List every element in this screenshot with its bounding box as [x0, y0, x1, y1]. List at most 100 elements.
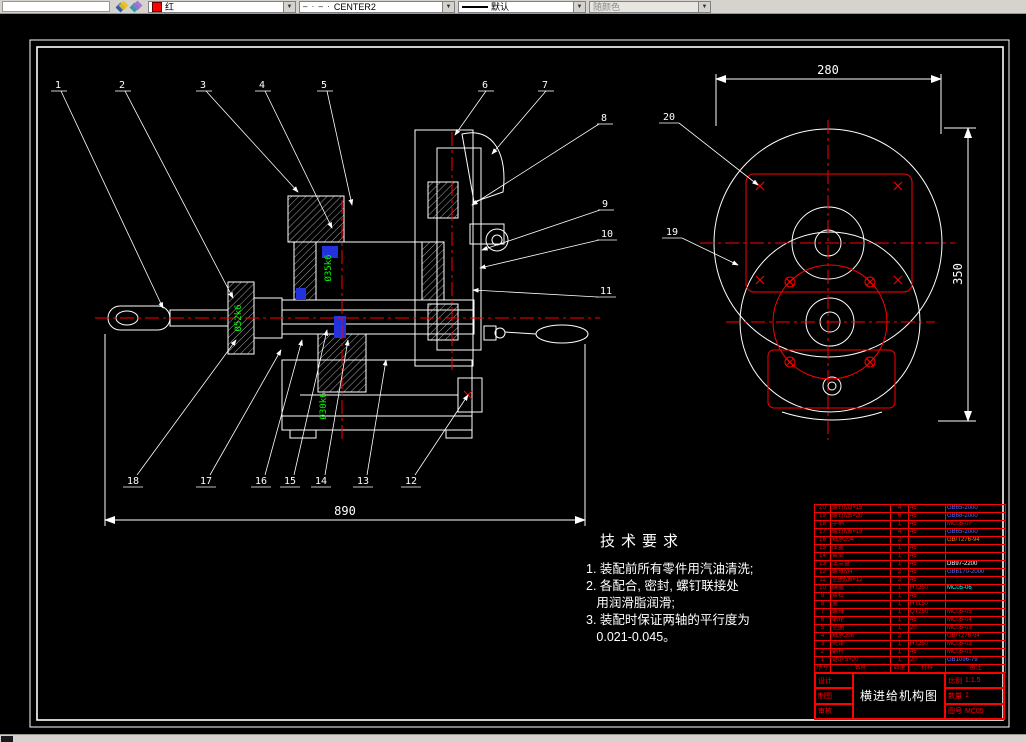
bom-cell: 45: [908, 544, 946, 553]
svg-text:13: 13: [357, 476, 369, 487]
titleblock-row-draft: 制图: [815, 688, 853, 704]
svg-text:15: 15: [284, 476, 296, 487]
bom-cell: 20: [814, 504, 831, 513]
bom-cell: 端盖: [830, 584, 891, 593]
tech-requirement-line: 0.021-0.045。: [586, 630, 676, 644]
qty-label: 数量: [948, 692, 962, 700]
bom-cell: 1: [890, 640, 909, 649]
bom-cell: 45: [908, 520, 946, 529]
bom-cell: 1: [814, 656, 831, 665]
bom-cell: 20: [908, 656, 946, 665]
bom-cell: DB97-2200: [945, 560, 1006, 569]
bom-cell: 12: [814, 568, 831, 577]
bom-cell: QT250: [908, 608, 946, 617]
svg-text:8: 8: [601, 113, 607, 124]
bom-cell: [945, 592, 1006, 601]
bom-cell: MC05-03: [945, 624, 1006, 633]
bom-row: 2 蜗杆 1 45 MC05-01: [814, 648, 1006, 657]
scroll-left-button[interactable]: [1, 735, 13, 742]
bom-row: 18 手柄 1 45 MC05-07: [814, 520, 1006, 529]
bom-cell: 1: [890, 624, 909, 633]
bom-cell: [945, 600, 1006, 609]
svg-text:20: 20: [663, 112, 675, 123]
bottom-scrollbar[interactable]: [0, 734, 1026, 742]
svg-text:18: 18: [127, 476, 139, 487]
bom-cell: 16: [814, 536, 831, 545]
make-layer-current-icon[interactable]: [129, 0, 143, 12]
svg-text:14: 14: [315, 476, 327, 487]
chevron-down-icon[interactable]: ▼: [573, 1, 585, 12]
bom-cell: HT250: [908, 584, 946, 593]
bom-table: 20 螺钉M3×15 4 45 GB65-2000 19 螺钉M5×20 6 45 GB68-20…: [814, 504, 1006, 673]
tech-requirements-title: 技术要求: [600, 533, 685, 550]
bom-cell: 7: [814, 608, 831, 617]
svg-text:6: 6: [482, 80, 488, 91]
bom-cell: 45: [908, 616, 946, 625]
bom-cell: 2: [890, 632, 909, 641]
bom-cell: 手柄: [830, 520, 891, 529]
bom-cell: 8: [814, 600, 831, 609]
bom-cell: 10: [814, 584, 831, 593]
bom-cell: GB1096-79: [945, 656, 1006, 665]
bom-cell: 轴承204: [830, 536, 891, 545]
scale-cell: 比例 1:1.5: [945, 673, 1004, 689]
bom-cell: GB68-2000: [945, 512, 1006, 521]
bom-cell: HT150: [908, 600, 946, 609]
bom-cell: [908, 536, 946, 545]
bom-cell: MC05-02: [945, 640, 1006, 649]
bom-row: 19 螺钉M5×20 6 45 GB68-2000: [814, 512, 1006, 521]
layer-properties-icon[interactable]: [115, 0, 129, 12]
bom-cell: 45: [908, 512, 946, 521]
bom-cell: 轴承206: [830, 632, 891, 641]
bom-cell: 45: [908, 528, 946, 537]
linetype-preview: – · – ·: [303, 2, 331, 11]
bom-cell: 5: [814, 624, 831, 633]
drawing-canvas[interactable]: Ø52k6 Ø35k6 Ø30k6 890 280 350 1 2 3 4 5 …: [0, 14, 1026, 734]
scale-label: 比例: [948, 677, 962, 685]
bom-cell: 2: [890, 536, 909, 545]
bom-cell: 6: [890, 512, 909, 521]
linetype-control[interactable]: – · – · CENTER2 ▼: [299, 0, 455, 13]
dim-overall: 890: [334, 504, 356, 518]
tech-requirement-line: 1. 装配前所有零件用汽油清洗;: [586, 562, 754, 576]
chevron-down-icon[interactable]: ▼: [698, 1, 710, 12]
plotstyle-control[interactable]: 随颜色 ▼: [589, 0, 711, 13]
bom-cell: 1: [890, 600, 909, 609]
bom-cell: 18: [814, 520, 831, 529]
svg-text:7: 7: [542, 80, 548, 91]
bom-row: 20 螺钉M3×15 4 45 GB65-2000: [814, 504, 1006, 513]
bom-row: 13 法兰盘 1 45 DB97-2200: [814, 560, 1006, 569]
lineweight-preview: [462, 5, 488, 8]
svg-text:11: 11: [600, 286, 612, 297]
bom-cell: 45: [908, 648, 946, 657]
bom-row: 10 端盖 1 HT250 MC05-06: [814, 584, 1006, 593]
titleblock-row-check: 审核: [815, 703, 853, 719]
linetype-label: CENTER2: [333, 1, 376, 12]
bom-row: 7 螺母 1 QT250 MC05-05: [814, 608, 1006, 617]
bom-cell: GB65-2000: [945, 504, 1006, 513]
bom-row: 5 垫圈 1 20 MC05-03: [814, 624, 1006, 633]
fit-label: Ø30k6: [318, 392, 329, 419]
bom-cell: 15: [814, 544, 831, 553]
qty-cell: 数量 1: [945, 688, 1004, 704]
bom-row: 16 轴承204 2 GB/T276-94: [814, 536, 1006, 545]
bom-cell: 垫圈M6×12: [830, 576, 891, 585]
svg-text:16: 16: [255, 476, 267, 487]
fit-label: Ø35k6: [323, 254, 334, 281]
svg-text:19: 19: [666, 227, 678, 238]
bom-cell: 1: [890, 656, 909, 665]
chevron-down-icon[interactable]: ▼: [283, 1, 295, 12]
callouts: 1 2 3 4 5 6 7 8 9 10 11 12 13 14 15 16 1…: [51, 80, 759, 488]
chevron-down-icon[interactable]: ▼: [442, 1, 454, 12]
bom-cell: 4: [890, 504, 909, 513]
svg-text:4: 4: [259, 80, 265, 91]
bom-cell: 45: [908, 552, 946, 561]
bom-cell: 1: [890, 544, 909, 553]
scale-value: 1:1.5: [965, 677, 981, 685]
title-block: 设计 制图 审核 横进给机构图 比例 1:1.5 数量 1 图号 MC05: [814, 672, 1005, 720]
drawing-title: 横进给机构图: [853, 673, 945, 719]
color-control[interactable]: 红 ▼: [148, 0, 296, 13]
bom-cell: 1: [890, 552, 909, 561]
technical-requirements: 技术要求 1. 装配前所有零件用汽油清洗; 2. 各配合, 密封, 螺钉联接处 …: [586, 530, 753, 646]
lineweight-control[interactable]: 默认 ▼: [458, 0, 586, 13]
